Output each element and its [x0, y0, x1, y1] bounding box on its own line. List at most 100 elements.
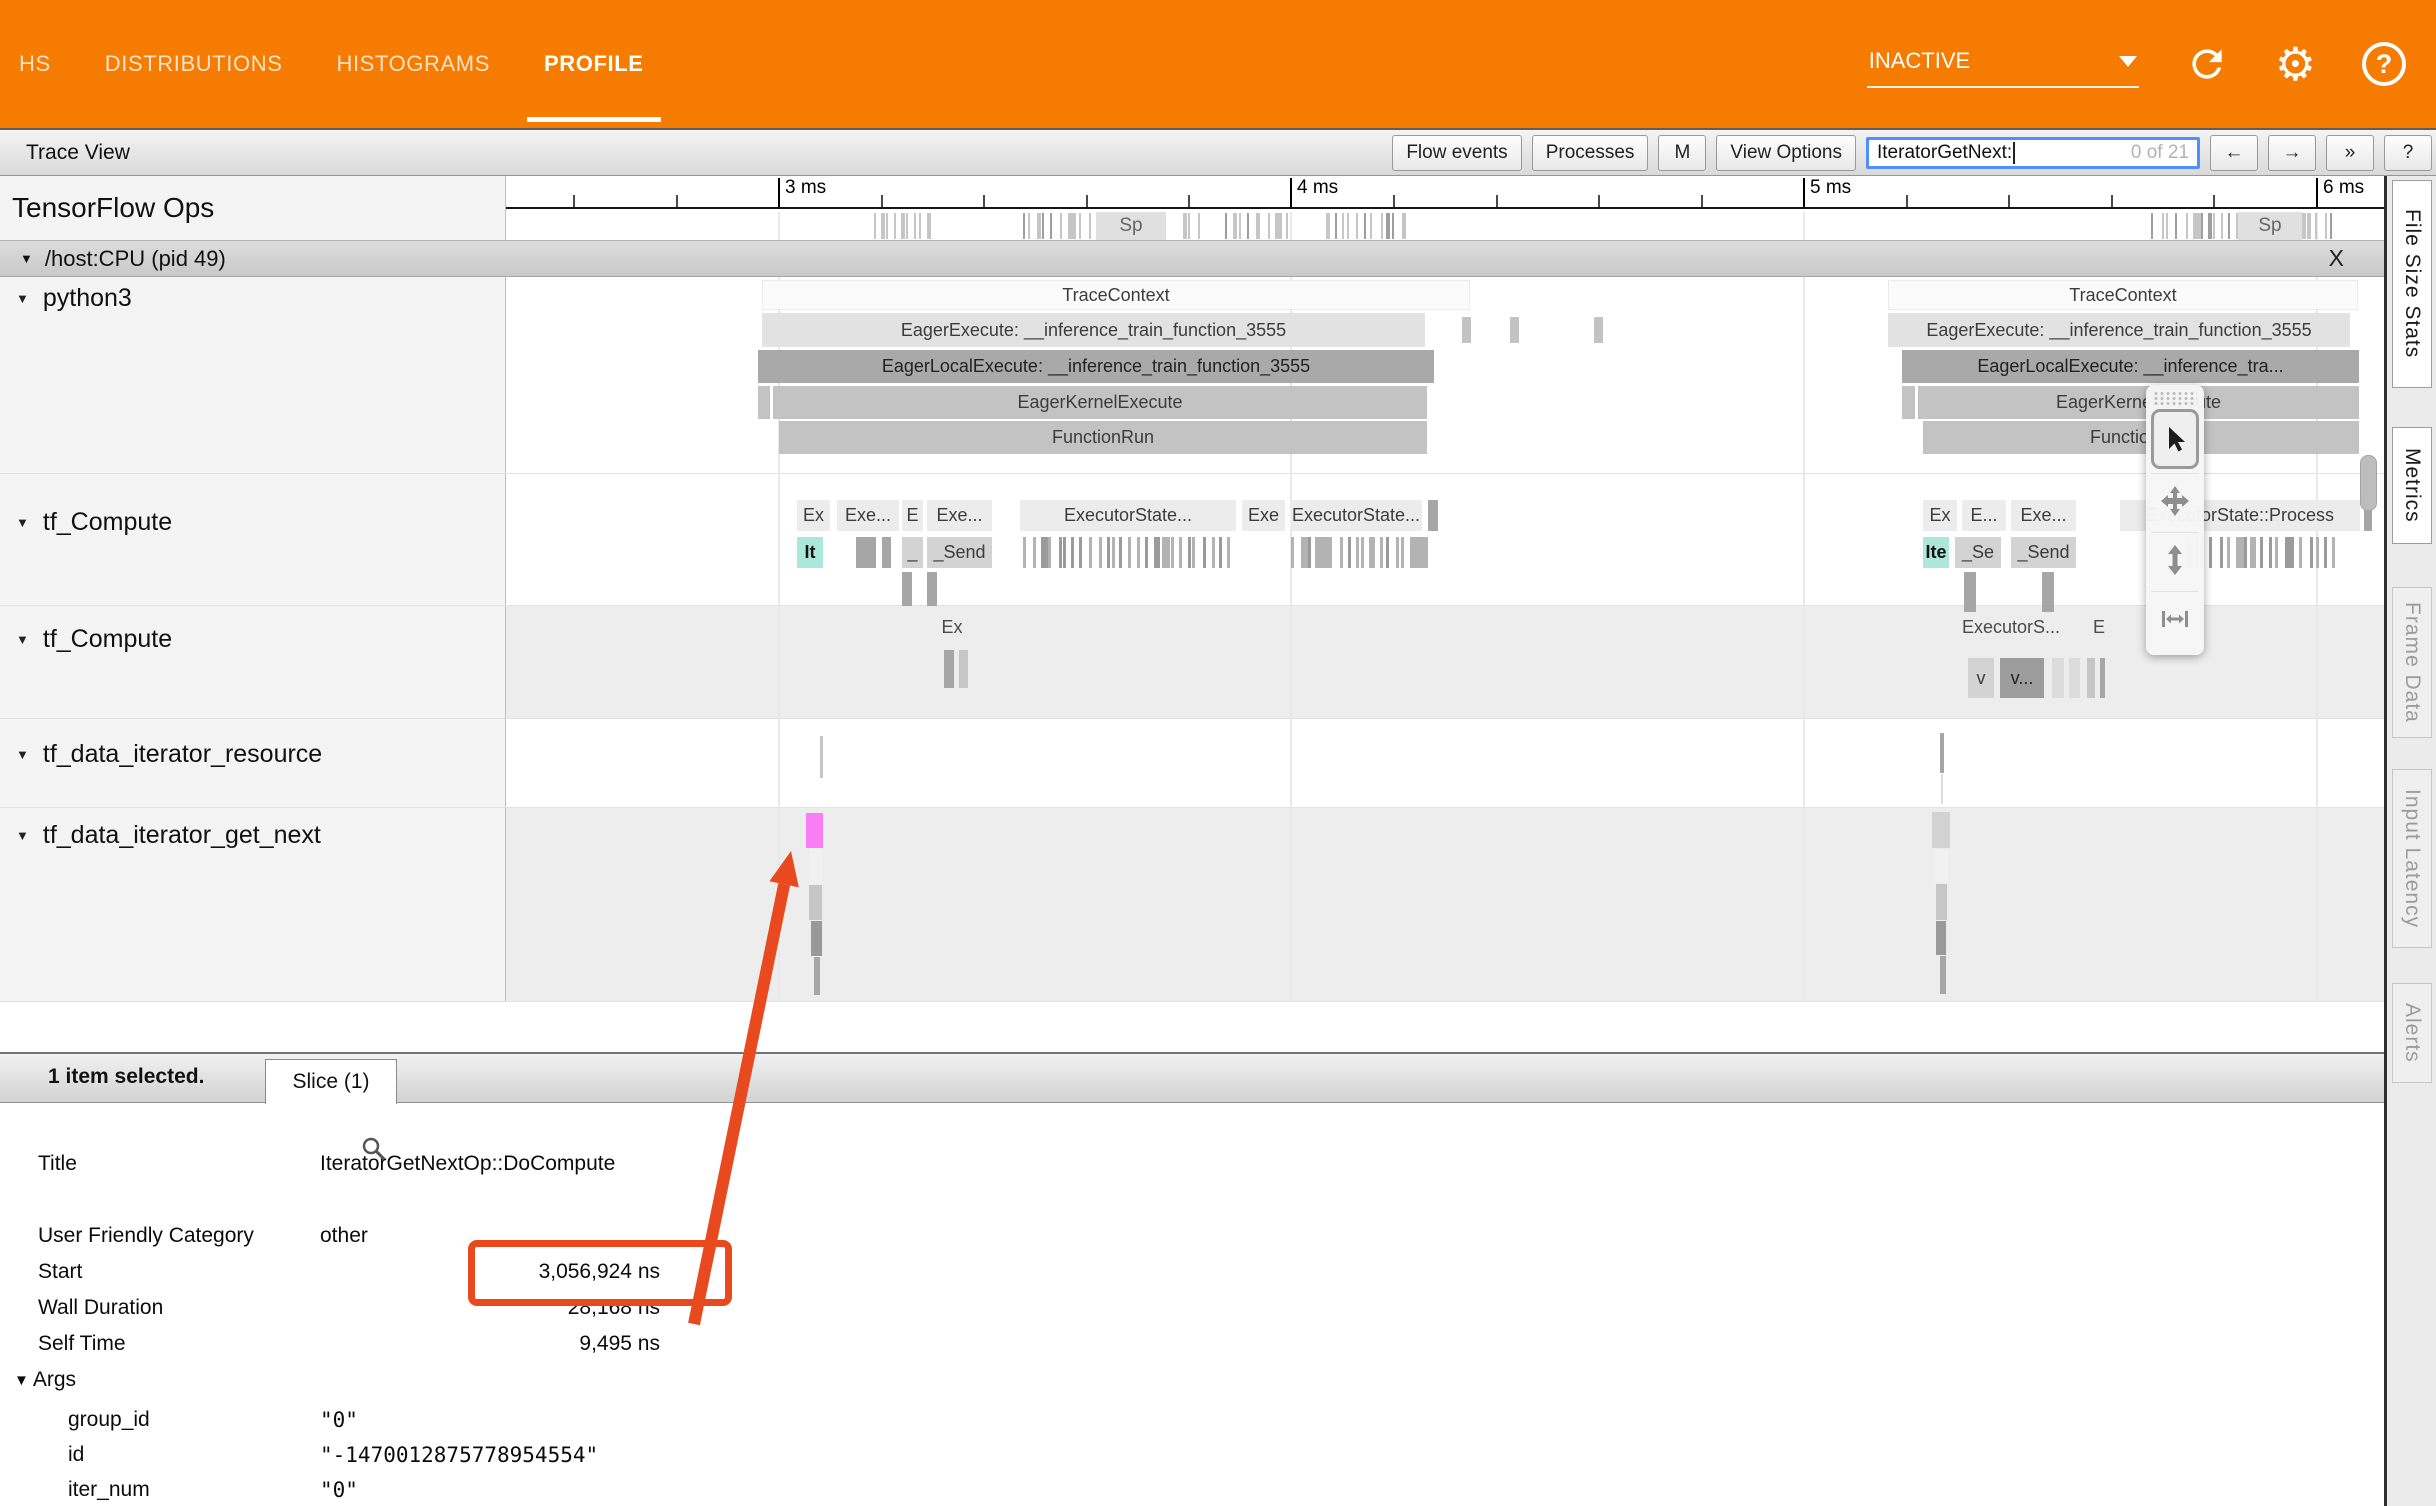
trace-event[interactable] — [1162, 537, 1170, 568]
trace-event[interactable] — [809, 849, 822, 884]
op-event-mark[interactable] — [1183, 213, 1187, 239]
op-event-mark[interactable] — [2228, 213, 2230, 239]
trace-event[interactable] — [2324, 537, 2327, 568]
trace-event[interactable]: TraceContext — [762, 280, 1470, 310]
op-event-mark[interactable] — [1335, 213, 1337, 239]
op-event-mark[interactable] — [1023, 213, 1025, 239]
trace-event[interactable]: Exe... — [927, 500, 992, 531]
trace-event[interactable] — [1361, 537, 1364, 568]
trace-event[interactable]: TraceContext — [1888, 280, 2358, 310]
trace-event[interactable] — [806, 813, 823, 848]
trace-event[interactable]: EagerKernelExecute — [773, 386, 1427, 419]
op-event-mark[interactable] — [1042, 213, 1044, 239]
trace-event[interactable]: EagerLocalExecute: __inference_train_fun… — [758, 350, 1434, 383]
trace-event[interactable]: _Send — [927, 537, 992, 568]
trace-event[interactable] — [1936, 884, 1947, 920]
trace-event[interactable] — [2269, 537, 2272, 568]
op-event-mark[interactable] — [1381, 213, 1383, 239]
trace-event[interactable]: Exe — [1242, 500, 1285, 531]
trace-event[interactable] — [1171, 537, 1174, 568]
trace-event[interactable] — [1107, 537, 1110, 568]
trace-event[interactable] — [1079, 537, 1082, 568]
trace-event[interactable]: _ — [902, 537, 923, 568]
trace-event[interactable] — [1033, 537, 1036, 568]
sidebar-tab-file-size-stats[interactable]: File Size Stats — [2392, 180, 2432, 388]
op-event-sp[interactable]: Sp — [2238, 212, 2302, 240]
trace-event[interactable]: EagerExecute: __inference_train_function… — [1888, 313, 2350, 347]
collapse-triangle-icon[interactable]: ▼ — [20, 251, 33, 266]
trace-event[interactable] — [820, 736, 823, 778]
trace-event[interactable] — [1428, 500, 1438, 531]
process-group-header[interactable]: ▼ /host:CPU (pid 49) X — [0, 240, 2384, 277]
op-event-mark[interactable] — [1258, 213, 1260, 239]
trace-event[interactable] — [1041, 537, 1048, 568]
trace-event[interactable]: Ex — [797, 500, 830, 531]
trace-event[interactable] — [1315, 537, 1324, 568]
op-event-mark[interactable] — [1268, 213, 1270, 239]
pan-tool-button[interactable] — [2151, 473, 2199, 528]
trace-event[interactable] — [1119, 537, 1122, 568]
trace-event[interactable] — [1356, 537, 1359, 568]
zoom-vertical-tool-button[interactable] — [2151, 532, 2199, 587]
op-event-mark[interactable] — [919, 213, 921, 239]
select-tool-button[interactable] — [2151, 409, 2199, 469]
trace-event[interactable]: v — [1968, 658, 1994, 698]
sidebar-tab-frame-data[interactable]: Frame Data — [2392, 587, 2432, 738]
trace-event[interactable] — [2260, 537, 2263, 568]
op-event-mark[interactable] — [1392, 213, 1394, 239]
op-event-mark[interactable] — [1089, 213, 1091, 239]
trace-event[interactable]: Ite — [1923, 537, 1949, 568]
trace-event[interactable] — [1462, 317, 1471, 343]
trace-event[interactable] — [1089, 537, 1092, 568]
sidebar-tab-input-latency[interactable]: Input Latency — [2392, 769, 2432, 948]
slice-tab[interactable]: Slice (1) — [265, 1059, 397, 1104]
trace-event[interactable] — [1940, 956, 1946, 994]
trace-event[interactable] — [1188, 537, 1191, 568]
trace-event[interactable] — [1386, 537, 1389, 568]
sidebar-tab-alerts[interactable]: Alerts — [2392, 983, 2432, 1083]
trace-event[interactable]: Exe... — [2011, 500, 2076, 531]
magnifier-icon[interactable] — [360, 1135, 388, 1168]
trace-event[interactable] — [758, 386, 770, 419]
trace-event[interactable] — [1145, 537, 1148, 568]
close-icon[interactable]: X — [2329, 245, 2344, 272]
trace-event[interactable] — [1219, 537, 1222, 568]
trace-event[interactable] — [1940, 733, 1944, 773]
trace-event[interactable]: ExecutorState... — [1020, 500, 1236, 531]
op-event-mark[interactable] — [874, 213, 876, 239]
op-event-mark[interactable] — [1347, 213, 1349, 239]
op-event-sp[interactable]: Sp — [1096, 212, 1166, 240]
op-event-mark[interactable] — [906, 213, 908, 239]
trace-event[interactable] — [2244, 537, 2247, 568]
trace-event[interactable] — [814, 957, 820, 995]
op-event-mark[interactable] — [1286, 213, 1288, 239]
trace-event[interactable]: _Send — [2011, 537, 2076, 568]
collapse-triangle-icon[interactable]: ▼ — [16, 747, 29, 762]
trace-event[interactable]: FunctionRun — [779, 421, 1427, 454]
op-event-mark[interactable] — [2175, 213, 2177, 239]
collapse-triangle-icon[interactable]: ▼ — [16, 291, 29, 306]
op-event-mark[interactable] — [1356, 213, 1358, 239]
op-event-mark[interactable] — [1028, 213, 1030, 239]
op-event-mark[interactable] — [894, 213, 896, 239]
trace-event[interactable] — [2299, 537, 2302, 568]
trace-event[interactable]: v... — [2000, 658, 2044, 698]
op-event-mark[interactable] — [2166, 213, 2168, 239]
track-label-tf-data-iterator-get-next[interactable]: ▼tf_data_iterator_get_next — [16, 820, 496, 850]
trace-event[interactable] — [1902, 386, 1915, 419]
trace-event[interactable] — [1964, 572, 1976, 612]
op-event-mark[interactable] — [2221, 213, 2223, 239]
track-label-tf-compute[interactable]: ▼tf_Compute — [16, 507, 496, 537]
trace-event[interactable] — [1308, 537, 1311, 568]
trace-event[interactable] — [1401, 537, 1404, 568]
op-event-mark[interactable] — [1188, 213, 1190, 239]
trace-event[interactable] — [1128, 537, 1131, 568]
op-event-mark[interactable] — [1386, 213, 1390, 239]
trace-event[interactable] — [1329, 537, 1332, 568]
trace-event[interactable] — [902, 572, 912, 606]
trace-event[interactable] — [1212, 537, 1215, 568]
trace-event[interactable] — [2052, 658, 2064, 698]
trace-event[interactable] — [1099, 537, 1102, 568]
trace-event[interactable] — [2316, 537, 2319, 568]
trace-event[interactable] — [1941, 774, 1943, 804]
